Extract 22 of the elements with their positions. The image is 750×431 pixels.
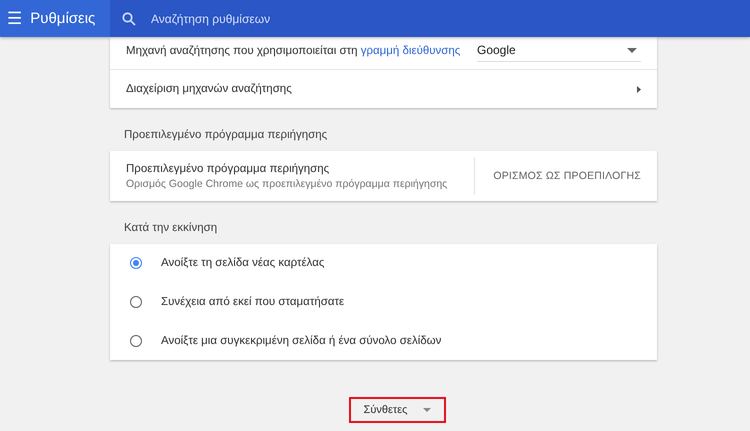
radio-label: Συνέχεια από εκεί που σταματήσατε xyxy=(161,296,344,308)
address-bar-link[interactable]: γραμμή διεύθυνσης xyxy=(360,45,460,57)
section-heading: Προεπιλεγμένο πρόγραμμα περιήγησης xyxy=(124,129,328,141)
radio-label: Ανοίξτε τη σελίδα νέας καρτέλας xyxy=(161,257,324,270)
dropdown-arrow-icon xyxy=(423,408,432,412)
manage-search-engines-row[interactable]: Διαχείριση μηχανών αναζήτησης xyxy=(110,69,657,108)
setting-description: Ορισμός Google Chrome ως προεπιλεγμένο πρόγραμμα περιήγησης xyxy=(126,178,448,190)
setting-label: Προεπιλεγμένο πρόγραμμα περιήγησης xyxy=(126,162,330,174)
search-engine-dropdown[interactable]: Google xyxy=(477,41,641,62)
radio-label: Ανοίξτε μια συγκεκριμένη σελίδα ή ένα σύνολο σελίδων xyxy=(161,334,442,347)
section-heading: Κατά την εκκίνηση xyxy=(124,222,218,234)
radio-button[interactable] xyxy=(130,296,142,308)
radio-button[interactable] xyxy=(130,334,142,347)
search-icon xyxy=(122,12,136,26)
make-default-button[interactable]: ΟΡΙΣΜΟΣ ΩΣ ΠΡΟΕΠΙΛΟΓΗΣ xyxy=(475,151,657,201)
menu-button[interactable]: ☰ xyxy=(3,8,26,28)
dropdown-arrow-icon xyxy=(627,48,637,52)
chevron-right-icon xyxy=(637,86,641,92)
radio-button[interactable] xyxy=(130,257,142,270)
setting-label: Μηχανή αναζήτησης που χρησιμοποιείται στη γραμμή διεύθυνσης xyxy=(126,45,460,57)
advanced-button[interactable]: Σύνθετες xyxy=(349,397,446,423)
page-title: Ρυθμίσεις xyxy=(30,10,96,27)
